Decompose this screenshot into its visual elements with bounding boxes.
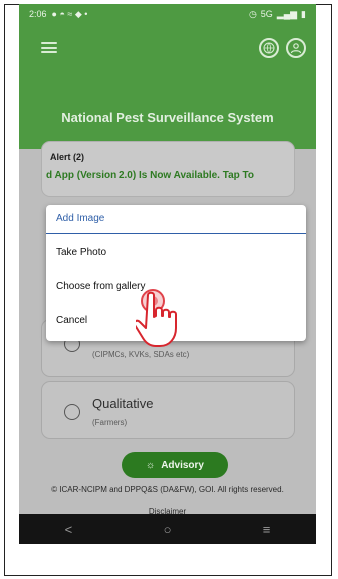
android-nav-bar: < ○ ≡ bbox=[19, 514, 316, 544]
notification-icons: ● ◓ ≈ ◆ • bbox=[51, 8, 88, 19]
app-title: National Pest Surveillance System bbox=[61, 110, 274, 125]
alarm-icon: ◷ bbox=[248, 8, 257, 19]
advisory-button[interactable]: ☼ Advisory bbox=[122, 452, 228, 478]
alert-marquee-text[interactable]: d App (Version 2.0) Is Now Available. Ta… bbox=[42, 170, 296, 181]
choose-from-gallery-option[interactable]: Choose from gallery bbox=[56, 281, 145, 292]
globe-icon bbox=[263, 42, 275, 54]
hamburger-menu-icon[interactable] bbox=[41, 42, 57, 53]
dialog-title-divider bbox=[46, 233, 306, 234]
user-icon bbox=[290, 43, 302, 54]
app-header: National Pest Surveillance System bbox=[19, 24, 316, 149]
bulb-icon: ☼ bbox=[146, 459, 156, 471]
status-time: 2:06 bbox=[29, 9, 47, 19]
footer-copyright: © ICAR-NCIPM and DPPQ&S (DA&FW), GOI. Al… bbox=[51, 485, 284, 494]
qualitative-title: Qualitative bbox=[92, 396, 154, 411]
qualitative-card[interactable]: Qualitative (Farmers) bbox=[41, 381, 295, 439]
battery-icon: ▮ bbox=[301, 8, 306, 19]
profile-icon[interactable] bbox=[286, 38, 306, 58]
network-type: 5G bbox=[260, 9, 273, 19]
status-bar: 2:06 ● ◓ ≈ ◆ • ◷ 5G ▂▄▆ ▮ bbox=[19, 4, 316, 24]
alert-card[interactable]: Alert (2) d App (Version 2.0) Is Now Ava… bbox=[41, 141, 295, 197]
cancel-option[interactable]: Cancel bbox=[56, 315, 87, 326]
language-globe-icon[interactable] bbox=[259, 38, 279, 58]
alert-title: Alert (2) bbox=[50, 152, 85, 162]
qualitative-subtitle: (Farmers) bbox=[92, 418, 128, 427]
person-icon bbox=[64, 404, 80, 420]
signal-icon: ▂▄▆ bbox=[276, 8, 298, 19]
pointing-hand-icon bbox=[136, 291, 177, 347]
dialog-title: Add Image bbox=[56, 213, 105, 224]
phone-screen: 2:06 ● ◓ ≈ ◆ • ◷ 5G ▂▄▆ ▮ National Pest … bbox=[19, 4, 316, 544]
advisory-label: Advisory bbox=[161, 459, 204, 471]
nav-recents-button[interactable]: ≡ bbox=[263, 522, 271, 537]
nav-home-button[interactable]: ○ bbox=[164, 522, 172, 537]
nav-back-button[interactable]: < bbox=[65, 522, 73, 537]
take-photo-option[interactable]: Take Photo bbox=[56, 247, 106, 258]
